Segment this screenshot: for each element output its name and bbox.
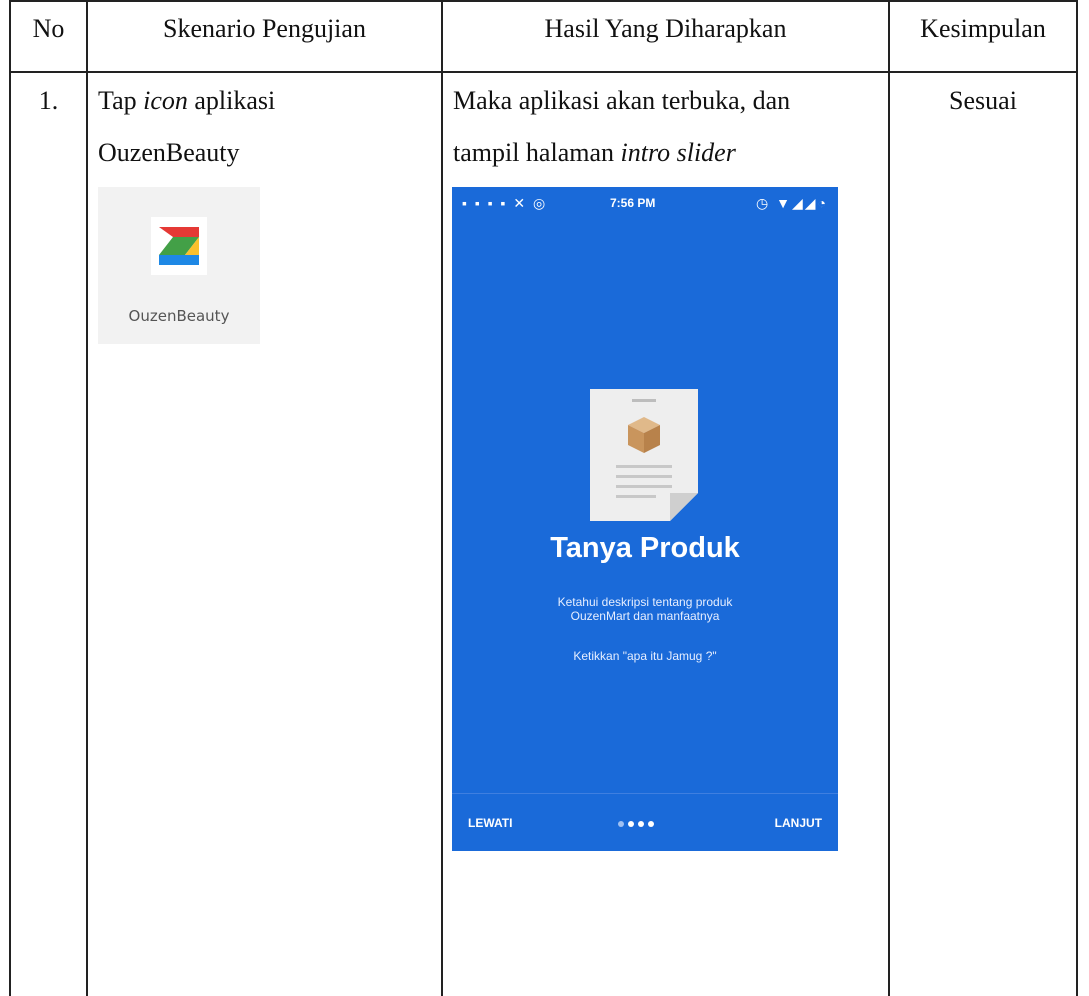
expected-text: tampil halaman: [453, 138, 615, 167]
table-header-divider: [9, 71, 1078, 73]
table-col-divider: [441, 0, 443, 996]
intro-description: Ketahui deskripsi tentang produk OuzenMa…: [452, 595, 838, 623]
row-number: 1.: [38, 86, 59, 115]
status-time: 7:56 PM: [610, 196, 656, 210]
signal-battery-icons: ◷ ▼◢◢◔: [756, 195, 828, 211]
scenario-line-1: Tap icon aplikasi: [98, 86, 275, 116]
header-expected: Hasil Yang Diharapkan: [544, 14, 787, 43]
intro-hint: Ketikkan "apa itu Jamug ?": [573, 649, 717, 663]
notification-icons: ▪ ▪ ▪ ▪ ✕ ◎: [462, 195, 548, 211]
expected-emphasis: intro slider: [620, 138, 736, 167]
z-logo-icon: [151, 217, 207, 275]
app-icon-label: OuzenBeauty: [128, 307, 230, 325]
expected-line-1: Maka aplikasi akan terbuka, dan: [453, 86, 791, 115]
table-border-top: [9, 0, 1078, 2]
status-bar: ▪ ▪ ▪ ▪ ✕ ◎ 7:56 PM ◷ ▼◢◢◔: [452, 187, 838, 221]
table-border-left: [9, 0, 11, 996]
page-indicator: [618, 814, 678, 827]
scenario-emphasis: icon: [143, 86, 188, 115]
page-dot: [628, 821, 634, 827]
intro-title: Tanya Produk: [550, 532, 740, 564]
intro-bottom-bar: LEWATI LANJUT: [452, 793, 838, 851]
header-conclusion: Kesimpulan: [920, 14, 1046, 43]
table-col-divider: [888, 0, 890, 996]
skip-button[interactable]: LEWATI: [468, 816, 512, 830]
page-dot: [618, 821, 624, 827]
header-scenario: Skenario Pengujian: [163, 14, 366, 43]
intro-slider-screenshot: ▪ ▪ ▪ ▪ ✕ ◎ 7:56 PM ◷ ▼◢◢◔ Tanya Produk …: [452, 187, 838, 851]
conclusion-value: Sesuai: [949, 86, 1017, 115]
document-box-icon: [590, 389, 698, 521]
header-no: No: [32, 14, 65, 43]
table-col-divider: [86, 0, 88, 996]
scenario-text: Tap: [98, 86, 137, 115]
expected-line-2: tampil halaman intro slider: [453, 138, 736, 168]
page-dot: [638, 821, 644, 827]
intro-description-line: OuzenMart dan manfaatnya: [570, 609, 720, 623]
next-button[interactable]: LANJUT: [775, 816, 822, 830]
scenario-line-2: OuzenBeauty: [98, 138, 240, 167]
table-border-right: [1076, 0, 1078, 996]
scenario-text: aplikasi: [194, 86, 276, 115]
app-icon-screenshot: OuzenBeauty: [98, 187, 260, 344]
page-dot: [648, 821, 654, 827]
intro-description-line: Ketahui deskripsi tentang produk: [557, 595, 733, 609]
